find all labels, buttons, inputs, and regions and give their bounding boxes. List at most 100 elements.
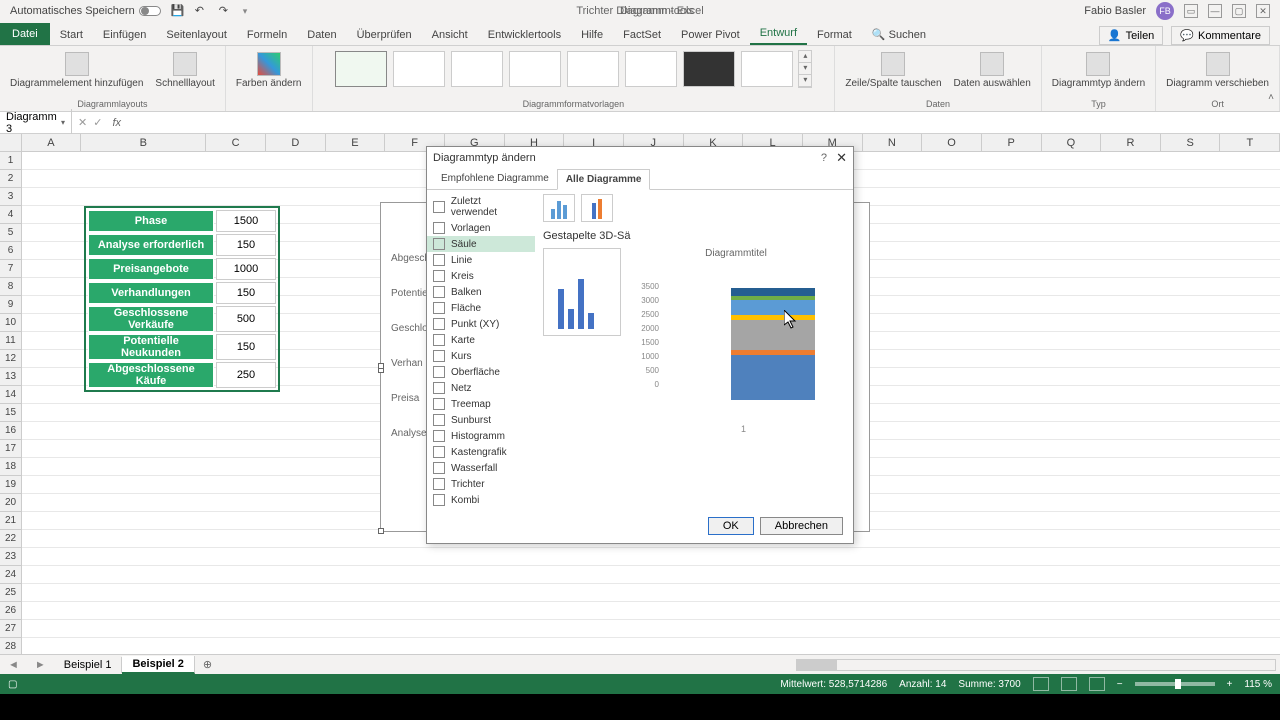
zoom-in-icon[interactable]: + bbox=[1227, 679, 1233, 690]
table-row-label[interactable]: Verhandlungen bbox=[88, 282, 214, 304]
tab-review[interactable]: Überprüfen bbox=[347, 25, 422, 45]
search-tab[interactable]: 🔍 Suchen bbox=[862, 24, 936, 45]
table-row-label[interactable]: Preisangebote bbox=[88, 258, 214, 280]
row-header[interactable]: 27 bbox=[0, 620, 22, 638]
chart-subtype[interactable] bbox=[543, 194, 575, 222]
chart-type-item[interactable]: Wasserfall bbox=[427, 460, 535, 476]
record-macro-icon[interactable]: ▢ bbox=[8, 679, 17, 690]
data-table[interactable]: Phase1500 Analyse erforderlich150 Preisa… bbox=[84, 206, 280, 392]
row-header[interactable]: 16 bbox=[0, 422, 22, 440]
autosave-toggle[interactable]: Automatisches Speichern bbox=[10, 5, 161, 17]
formula-input[interactable] bbox=[125, 121, 1280, 125]
chart-style-6[interactable] bbox=[625, 51, 677, 87]
col-header[interactable]: N bbox=[863, 134, 923, 151]
chart-style-3[interactable] bbox=[451, 51, 503, 87]
chart-style-8[interactable] bbox=[741, 51, 793, 87]
chart-type-item[interactable]: Linie bbox=[427, 252, 535, 268]
tab-data[interactable]: Daten bbox=[297, 25, 346, 45]
tab-factset[interactable]: FactSet bbox=[613, 25, 671, 45]
row-header[interactable]: 24 bbox=[0, 566, 22, 584]
zoom-slider[interactable] bbox=[1135, 682, 1215, 686]
chart-style-1[interactable] bbox=[335, 51, 387, 87]
tab-help[interactable]: Hilfe bbox=[571, 25, 613, 45]
row-header[interactable]: 11 bbox=[0, 332, 22, 350]
chart-type-item[interactable]: Histogramm bbox=[427, 428, 535, 444]
tab-view[interactable]: Ansicht bbox=[422, 25, 478, 45]
ribbon-options-icon[interactable]: ▭ bbox=[1184, 4, 1198, 18]
sheet-tab[interactable]: Beispiel 2 bbox=[122, 656, 194, 674]
table-row-value[interactable]: 500 bbox=[216, 306, 276, 332]
minimize-icon[interactable]: — bbox=[1208, 4, 1222, 18]
col-header[interactable]: S bbox=[1161, 134, 1221, 151]
row-header[interactable]: 26 bbox=[0, 602, 22, 620]
col-header[interactable]: C bbox=[206, 134, 266, 151]
row-header[interactable]: 3 bbox=[0, 188, 22, 206]
change-chart-type-button[interactable]: Diagrammtyp ändern bbox=[1048, 50, 1149, 91]
row-header[interactable]: 17 bbox=[0, 440, 22, 458]
chart-style-5[interactable] bbox=[567, 51, 619, 87]
chart-type-item[interactable]: Oberfläche bbox=[427, 364, 535, 380]
chart-style-7[interactable] bbox=[683, 51, 735, 87]
quick-layout-button[interactable]: Schnelllayout bbox=[151, 50, 218, 91]
table-row-label[interactable]: Abgeschlossene Käufe bbox=[88, 362, 214, 388]
tab-pagelayout[interactable]: Seitenlayout bbox=[156, 25, 237, 45]
row-header[interactable]: 9 bbox=[0, 296, 22, 314]
row-header[interactable]: 8 bbox=[0, 278, 22, 296]
cancel-formula-icon[interactable]: ✕ bbox=[78, 116, 87, 129]
col-header[interactable]: E bbox=[326, 134, 386, 151]
row-header[interactable]: 5 bbox=[0, 224, 22, 242]
chart-preview-small[interactable] bbox=[543, 248, 621, 336]
table-row-label[interactable]: Analyse erforderlich bbox=[88, 234, 214, 256]
switch-rowcol-button[interactable]: Zeile/Spalte tauschen bbox=[841, 50, 945, 91]
close-icon[interactable]: ✕ bbox=[1256, 4, 1270, 18]
dialog-close-icon[interactable]: ✕ bbox=[836, 150, 847, 166]
collapse-ribbon-icon[interactable]: ˄ bbox=[1268, 92, 1274, 103]
row-header[interactable]: 10 bbox=[0, 314, 22, 332]
dialog-help-icon[interactable]: ? bbox=[821, 152, 827, 164]
redo-icon[interactable]: ↷ bbox=[219, 4, 233, 18]
col-header[interactable]: B bbox=[81, 134, 206, 151]
row-header[interactable]: 23 bbox=[0, 548, 22, 566]
select-all-corner[interactable] bbox=[0, 134, 22, 151]
chart-type-item[interactable]: Treemap bbox=[427, 396, 535, 412]
row-header[interactable]: 28 bbox=[0, 638, 22, 654]
row-header[interactable]: 20 bbox=[0, 494, 22, 512]
row-header[interactable]: 4 bbox=[0, 206, 22, 224]
select-data-button[interactable]: Daten auswählen bbox=[950, 50, 1035, 91]
fx-icon[interactable]: fx bbox=[108, 117, 125, 129]
tab-design[interactable]: Entwurf bbox=[750, 23, 807, 45]
sheet-nav-prev-icon[interactable]: ◄ bbox=[0, 659, 27, 671]
chart-type-item[interactable]: Kombi bbox=[427, 492, 535, 508]
col-header[interactable]: R bbox=[1101, 134, 1161, 151]
share-button[interactable]: 👤Teilen bbox=[1099, 26, 1163, 45]
view-pagelayout-icon[interactable] bbox=[1061, 677, 1077, 691]
chart-preview-large[interactable]: Diagrammtitel 3500 3000 2500 2000 1500 1… bbox=[631, 248, 841, 436]
row-header[interactable]: 15 bbox=[0, 404, 22, 422]
col-header[interactable]: A bbox=[22, 134, 82, 151]
chart-type-item[interactable]: Punkt (XY) bbox=[427, 316, 535, 332]
table-row-value[interactable]: 1000 bbox=[216, 258, 276, 280]
chart-style-4[interactable] bbox=[509, 51, 561, 87]
chart-type-item[interactable]: Balken bbox=[427, 284, 535, 300]
chart-subtype[interactable] bbox=[581, 194, 613, 222]
chart-type-item[interactable]: Kurs bbox=[427, 348, 535, 364]
add-chart-element-button[interactable]: Diagrammelement hinzufügen bbox=[6, 50, 147, 91]
row-header[interactable]: 1 bbox=[0, 152, 22, 170]
ok-button[interactable]: OK bbox=[708, 517, 754, 535]
table-row-label[interactable]: Geschlossene Verkäufe bbox=[88, 306, 214, 332]
row-header[interactable]: 6 bbox=[0, 242, 22, 260]
row-header[interactable]: 7 bbox=[0, 260, 22, 278]
col-header[interactable]: O bbox=[922, 134, 982, 151]
comments-button[interactable]: 💬Kommentare bbox=[1171, 26, 1270, 45]
tab-all-charts[interactable]: Alle Diagramme bbox=[557, 169, 651, 190]
chart-type-item[interactable]: Säule bbox=[427, 236, 535, 252]
view-normal-icon[interactable] bbox=[1033, 677, 1049, 691]
enter-formula-icon[interactable]: ✓ bbox=[93, 116, 102, 129]
horizontal-scrollbar[interactable] bbox=[796, 659, 1276, 671]
row-header[interactable]: 14 bbox=[0, 386, 22, 404]
row-header[interactable]: 12 bbox=[0, 350, 22, 368]
view-pagebreak-icon[interactable] bbox=[1089, 677, 1105, 691]
row-header[interactable]: 18 bbox=[0, 458, 22, 476]
chart-type-item[interactable]: Vorlagen bbox=[427, 220, 535, 236]
tab-developer[interactable]: Entwicklertools bbox=[478, 25, 571, 45]
